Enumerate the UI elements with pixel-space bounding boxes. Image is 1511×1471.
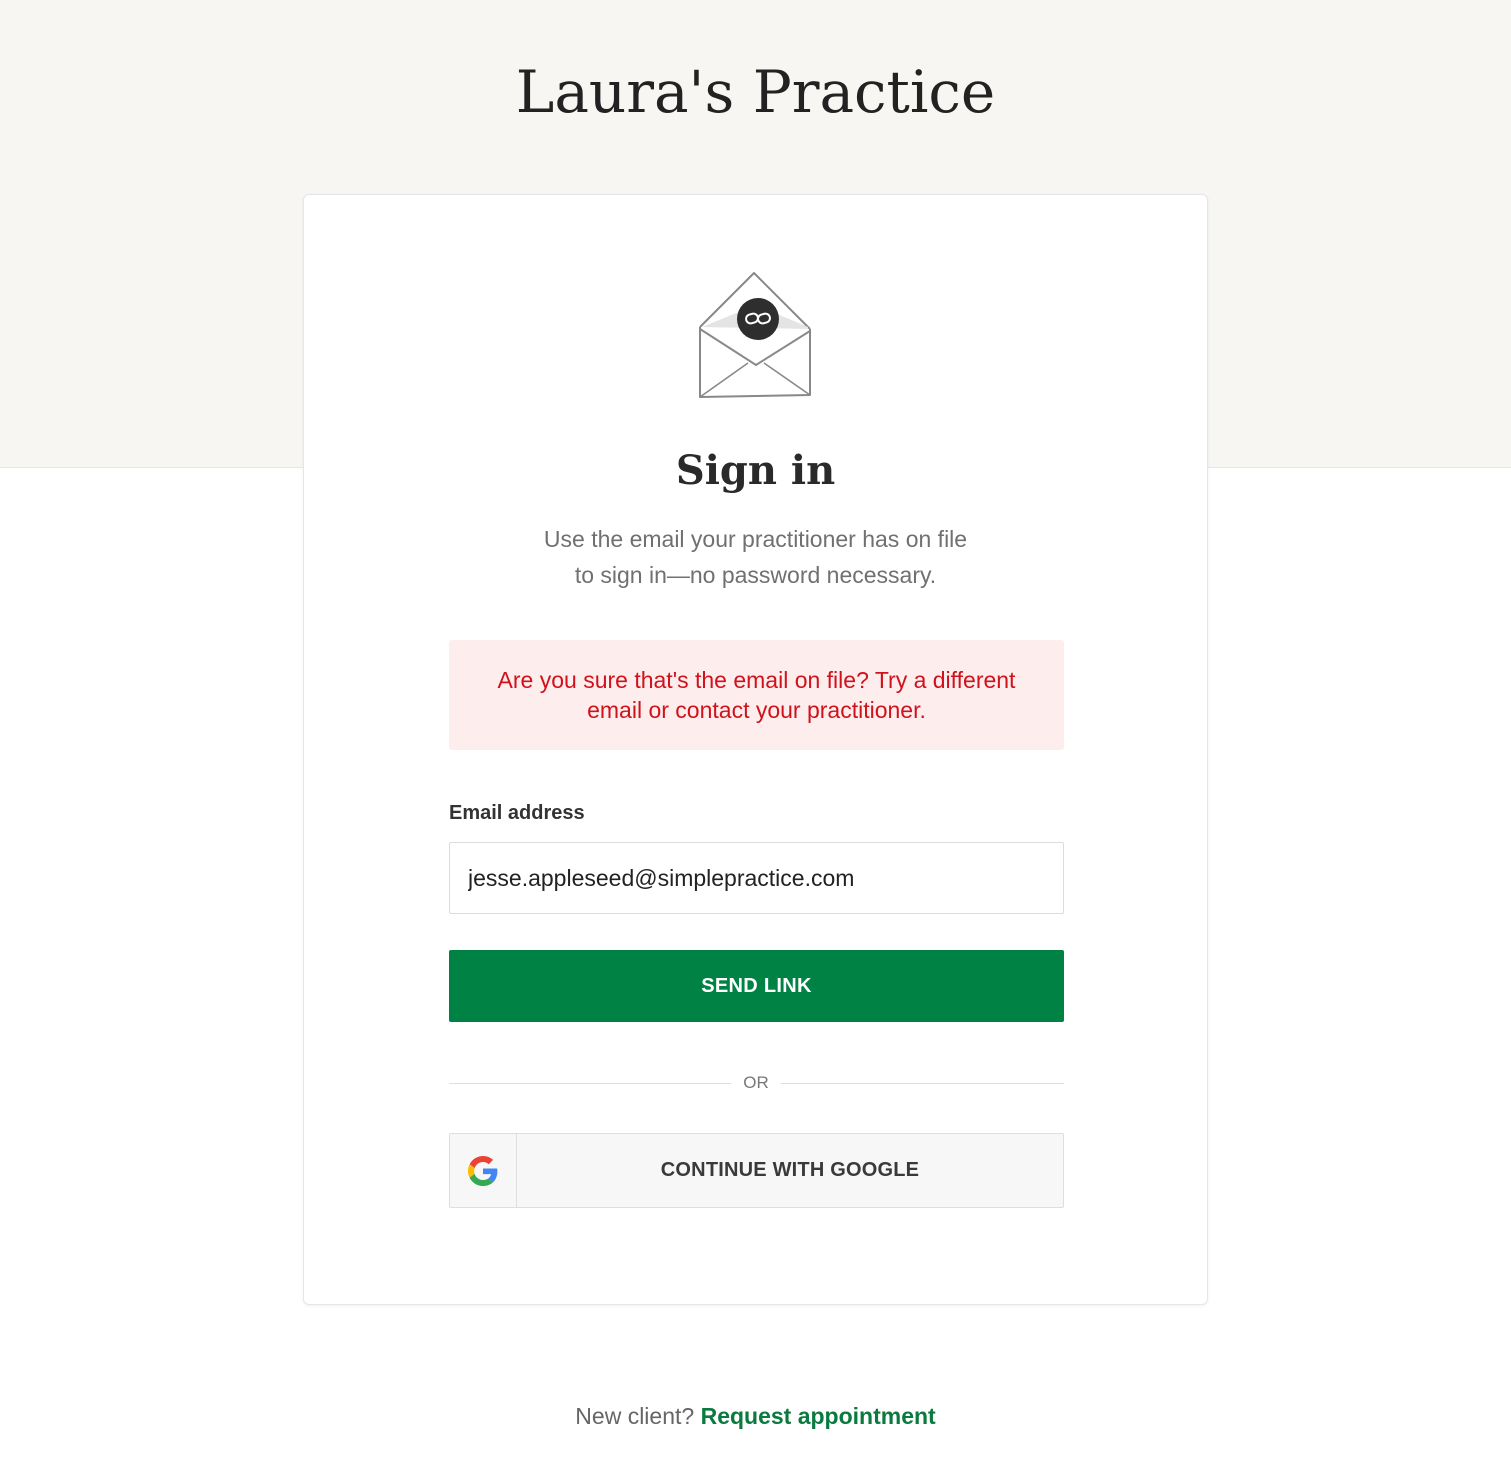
new-client-prompt: New client? [575,1403,695,1429]
or-divider: OR [449,1071,1064,1095]
google-icon [468,1155,498,1186]
practice-title: Laura's Practice [515,58,996,126]
email-input[interactable] [449,842,1064,914]
envelope-link-icon [699,272,811,398]
continue-with-google-label: CONTINUE WITH GOOGLE [660,1159,920,1181]
or-divider-text: OR [743,1073,769,1092]
continue-with-google-button[interactable]: CONTINUE WITH GOOGLE [449,1133,1064,1208]
send-link-button[interactable]: SEND LINK [449,950,1064,1022]
error-message: Are you sure that's the email on file? T… [449,640,1064,750]
sign-in-description-line-2: to sign in—no password necessary. [574,562,937,588]
divider-line-right [781,1083,1064,1084]
divider-line-left [449,1083,731,1084]
sign-in-title: Sign in [675,447,836,494]
request-appointment-link[interactable]: Request appointment [701,1403,936,1429]
email-label: Email address [449,802,585,824]
footer: New client? Request appointment [0,1403,1511,1430]
error-message-text: Are you sure that's the email on file? T… [497,667,1016,723]
sign-in-card: Sign in Use the email your practitioner … [303,194,1208,1305]
sign-in-description-line-1: Use the email your practitioner has on f… [543,526,968,552]
sign-in-description: Use the email your practitioner has on f… [504,521,1007,593]
google-icon-container [450,1134,517,1207]
